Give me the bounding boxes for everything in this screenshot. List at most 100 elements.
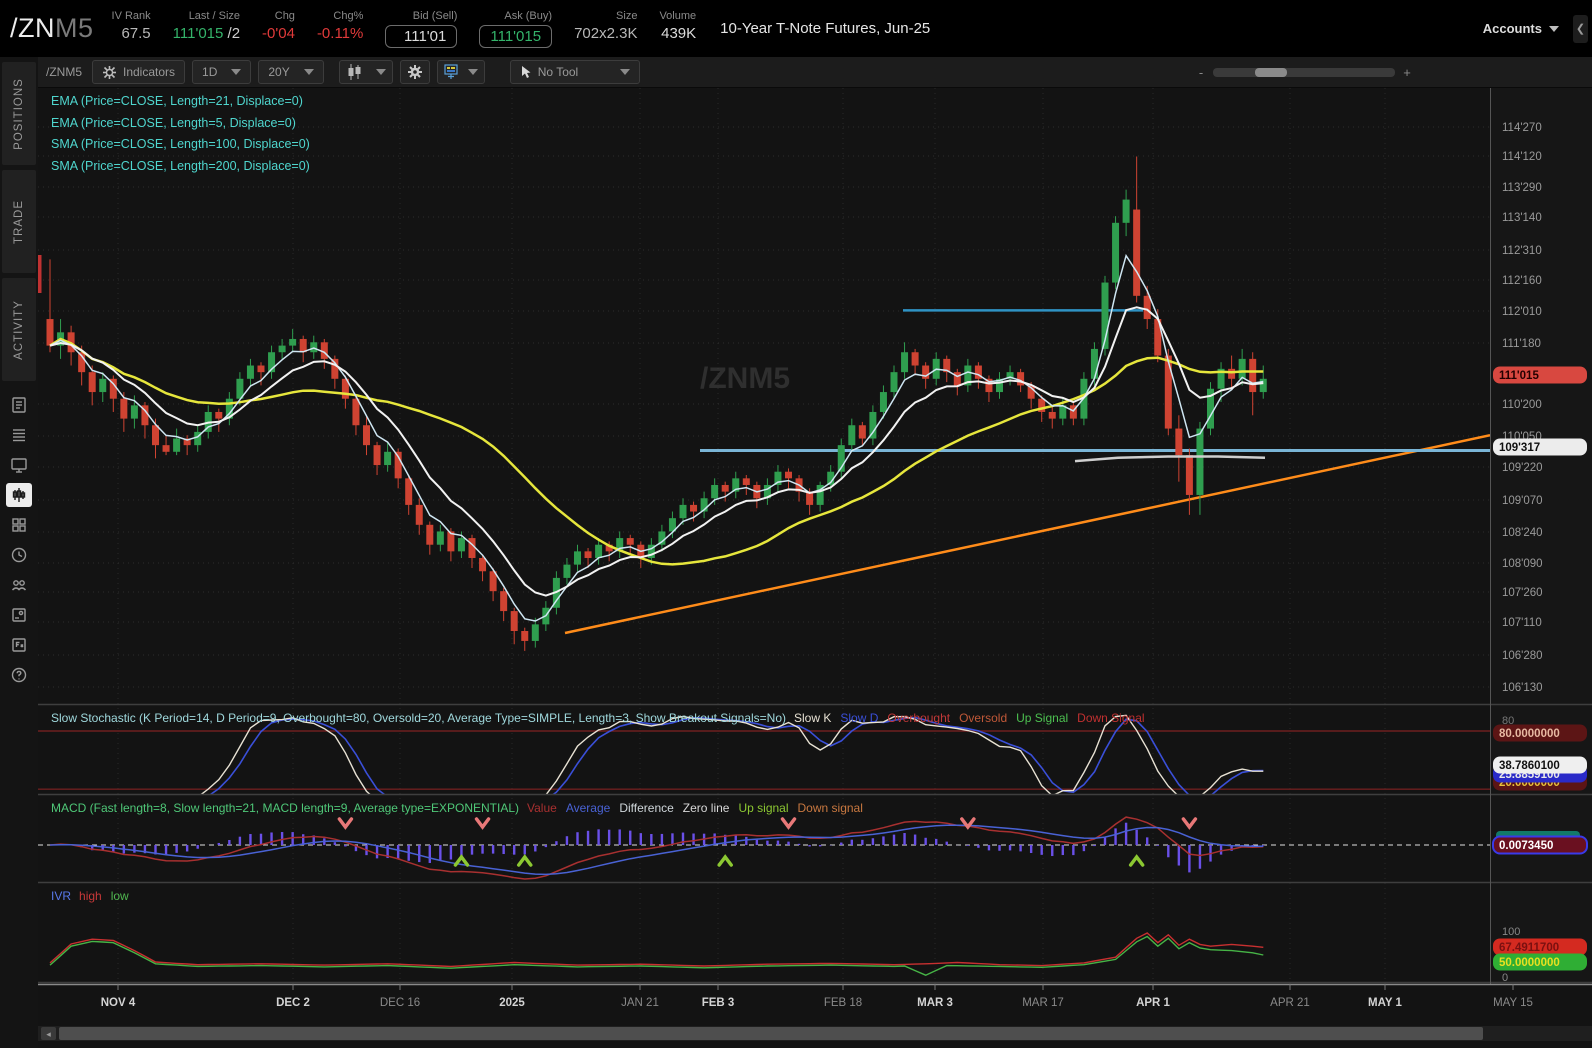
chevron-down-icon	[467, 69, 478, 75]
flexible-grid-icon	[444, 64, 458, 79]
field-value: -0.11%	[316, 24, 364, 42]
horizontal-scrollbar[interactable]: ◂	[38, 1026, 1592, 1041]
gear-icon	[407, 65, 422, 79]
study-label[interactable]: SMA (Price=CLOSE, Length=100, Displace=0…	[51, 134, 310, 156]
header-field-chg: Chg -0'04	[262, 10, 295, 48]
svg-text:106'130: 106'130	[1502, 682, 1543, 694]
svg-text:APR 1: APR 1	[1136, 997, 1170, 1009]
svg-text:MAY 15: MAY 15	[1493, 997, 1533, 1009]
study-label[interactable]: SMA (Price=CLOSE, Length=200, Displace=0…	[51, 156, 310, 178]
header-field-chg-: Chg% -0.11%	[317, 10, 363, 48]
field-value: 439K	[661, 24, 697, 42]
svg-text:108'240: 108'240	[1502, 527, 1543, 539]
chevron-down-icon	[1549, 25, 1559, 32]
svg-text:0.0073450: 0.0073450	[1499, 840, 1553, 852]
study-label[interactable]: EMA (Price=CLOSE, Length=21, Displace=0)	[51, 91, 310, 113]
field-value: 111'015	[479, 24, 553, 48]
zoom-slider-thumb[interactable]	[1255, 68, 1287, 77]
header-field-last-size: Last / Size 111'015 /2	[173, 10, 240, 48]
instrument-description: 10-Year T-Note Futures, Jun-25	[720, 20, 931, 37]
chart-canvas[interactable]: /ZNM5 114'270 114'120 113'290 113'140 112'310…	[38, 88, 1592, 1048]
svg-text:109'220: 109'220	[1502, 462, 1543, 474]
svg-text:110'200: 110'200	[1502, 399, 1542, 411]
help-icon[interactable]	[6, 663, 32, 687]
chart-type-dropdown[interactable]	[338, 60, 393, 84]
svg-text:JAN 21: JAN 21	[621, 997, 659, 1009]
sidebar-tab-label: TRADE	[13, 199, 25, 244]
header-field-ask-buy-[interactable]: Ask (Buy) 111'015	[479, 10, 553, 48]
symbol-root: /ZN	[10, 13, 55, 43]
sidebar-tab-positions[interactable]: POSITIONS	[2, 62, 36, 165]
symbol: /ZNM5	[10, 13, 94, 44]
toolbar-symbol: /ZNM5	[46, 65, 82, 79]
sidebar-tab-trade[interactable]: TRADE	[2, 170, 36, 273]
svg-text:111'180: 111'180	[1502, 338, 1541, 350]
svg-text:MAR 3: MAR 3	[917, 997, 953, 1009]
field-label: Bid (Sell)	[412, 9, 458, 22]
zoom-out-button[interactable]: -	[1193, 65, 1209, 80]
chart-watermark: /ZNM5	[700, 362, 790, 395]
calendar-icon[interactable]	[6, 603, 32, 627]
svg-text:67.4911700: 67.4911700	[1499, 942, 1559, 954]
field-label: Size	[616, 9, 638, 22]
svg-text:NOV 4: NOV 4	[101, 997, 136, 1009]
svg-text:100: 100	[1502, 926, 1520, 938]
svg-text:2025: 2025	[499, 997, 525, 1009]
sidebar-tabs: POSITIONS TRADE ACTIVITY	[2, 57, 36, 381]
grid-layout-dropdown[interactable]	[436, 60, 485, 84]
svg-text:107'110: 107'110	[1502, 617, 1542, 629]
chart-toolbar: /ZNM5 Indicators 1D 20Y No Tool - +	[38, 57, 1592, 88]
timeframe-value: 1D	[202, 65, 218, 79]
sidebar-tab-label: ACTIVITY	[13, 299, 25, 360]
svg-text:APR 21: APR 21	[1270, 997, 1310, 1009]
range-value: 20Y	[268, 65, 290, 79]
chart-settings-button[interactable]	[399, 60, 430, 84]
field-value: 111'015 /2	[172, 24, 241, 42]
svg-text:108'090: 108'090	[1502, 558, 1543, 570]
tool-dropdown[interactable]: No Tool	[509, 60, 640, 84]
header-field-iv-rank: IV Rank 67.5	[112, 10, 151, 48]
candlestick-chart-icon	[348, 64, 361, 80]
grid-icon[interactable]	[6, 513, 32, 537]
timeframe-dropdown[interactable]: 1D	[192, 60, 252, 84]
field-label: Chg	[274, 9, 295, 22]
fx-icon[interactable]	[6, 633, 32, 657]
left-edge-marker	[38, 255, 42, 293]
watchlist-icon[interactable]	[6, 423, 32, 447]
trading-app: /ZNM5 IV Rank 67.5 Last / Size 111'015 /2 Ch…	[0, 0, 1592, 1048]
chevron-down-icon	[231, 69, 242, 75]
sidebar-tab-activity[interactable]: ACTIVITY	[2, 278, 36, 381]
symbol-suffix: M5	[55, 13, 94, 43]
history-icon[interactable]	[6, 543, 32, 567]
statement-icon[interactable]	[6, 393, 32, 417]
svg-text:50.0000000: 50.0000000	[1499, 957, 1560, 969]
monitor-icon[interactable]	[6, 453, 32, 477]
field-label: Last / Size	[188, 9, 241, 22]
zoom-in-button[interactable]: +	[1399, 65, 1415, 80]
svg-text:MAY 1: MAY 1	[1368, 997, 1402, 1009]
svg-text:FEB 18: FEB 18	[824, 997, 862, 1009]
field-value: 111'01	[385, 24, 458, 48]
zoom-slider[interactable]	[1213, 68, 1395, 77]
tool-label: No Tool	[537, 65, 579, 79]
chart-icon[interactable]	[6, 483, 32, 507]
field-label: IV Rank	[111, 9, 151, 22]
indicators-button[interactable]: Indicators	[92, 60, 186, 84]
study-label[interactable]: EMA (Price=CLOSE, Length=5, Displace=0)	[51, 113, 310, 135]
chevron-down-icon	[619, 69, 630, 75]
accounts-dropdown[interactable]: Accounts	[1483, 21, 1559, 36]
field-value: -0'04	[262, 24, 295, 42]
collapse-panel-button[interactable]: ❮	[1573, 14, 1588, 43]
svg-text:FEB 3: FEB 3	[702, 997, 735, 1009]
people-icon[interactable]	[6, 573, 32, 597]
svg-text:109'070: 109'070	[1502, 495, 1543, 507]
chevron-down-icon	[375, 69, 386, 75]
field-value: 702x2.3K	[574, 24, 638, 42]
sidebar: POSITIONS TRADE ACTIVITY	[0, 57, 38, 1048]
svg-text:112'160: 112'160	[1502, 275, 1542, 287]
range-dropdown[interactable]: 20Y	[258, 60, 324, 84]
upper-studies-labels: EMA (Price=CLOSE, Length=21, Displace=0)…	[51, 91, 310, 177]
accounts-label: Accounts	[1482, 21, 1542, 36]
svg-text:114'270: 114'270	[1502, 122, 1542, 134]
header-field-bid-sell-[interactable]: Bid (Sell) 111'01	[385, 9, 458, 48]
